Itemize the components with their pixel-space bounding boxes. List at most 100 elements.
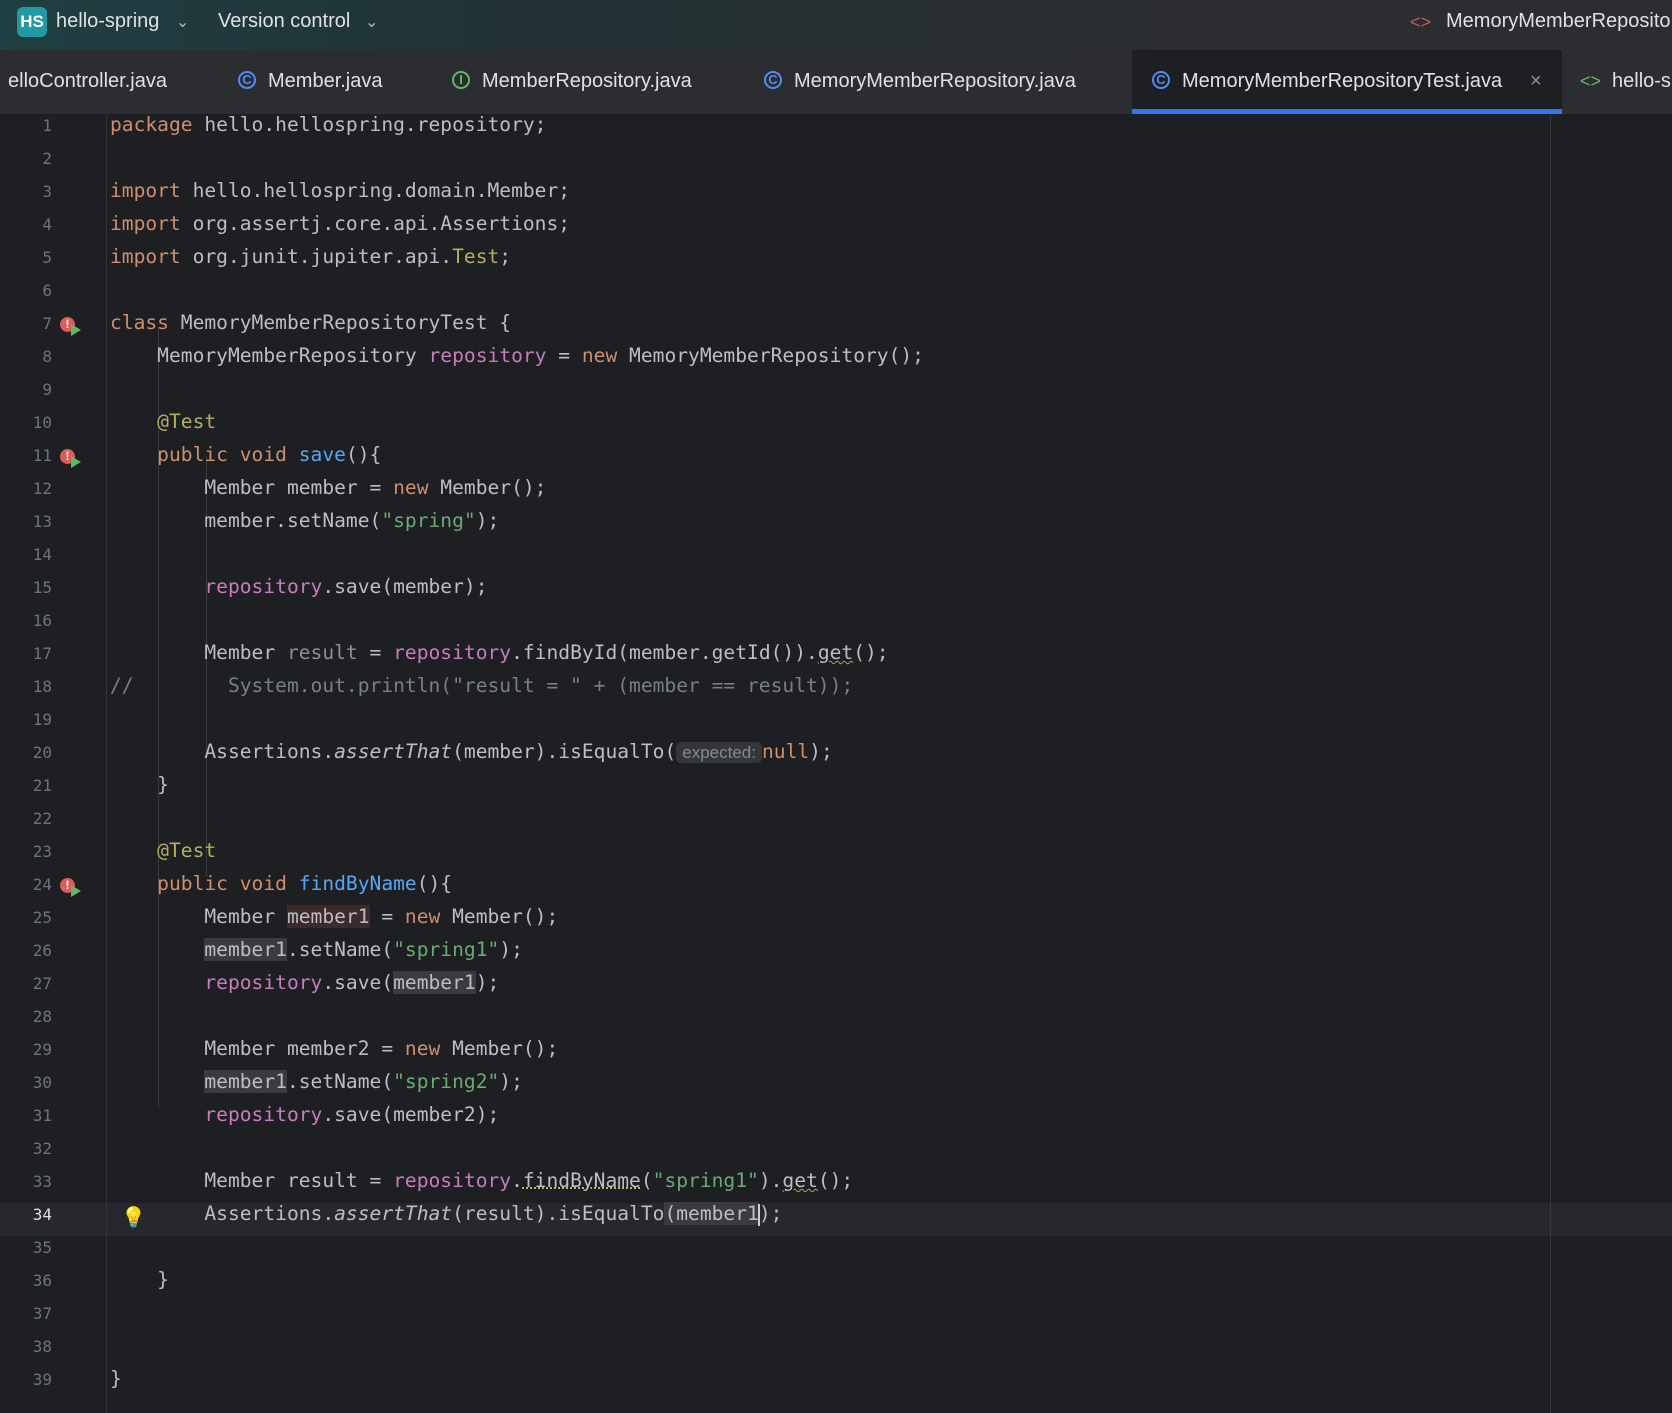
line-number[interactable]: 3 (0, 182, 52, 201)
code-line-21: } (110, 773, 169, 796)
tab-member[interactable]: C Member.java (236, 50, 420, 112)
run-config-icon: <> (1410, 12, 1432, 32)
code-line-24: public void findByName(){ (110, 872, 453, 895)
code-line-12: Member member = new Member(); (110, 476, 547, 499)
line-number[interactable]: 21 (0, 776, 52, 795)
tab-label: MemoryMemberRepository.java (794, 70, 1076, 92)
line-number[interactable]: 24 (0, 875, 52, 894)
code-line-27: repository.save(member1); (204, 971, 500, 994)
line-number[interactable]: 16 (0, 611, 52, 630)
line-number[interactable]: 6 (0, 281, 52, 300)
line-number[interactable]: 32 (0, 1139, 52, 1158)
code-line-34: Assertions.assertThat(result).isEqualTo(… (110, 1202, 783, 1226)
line-number[interactable]: 35 (0, 1238, 52, 1257)
line-number[interactable]: 12 (0, 479, 52, 498)
line-number[interactable]: 9 (0, 380, 52, 399)
code-line-11: public void save(){ (110, 443, 382, 466)
vcs-chevron-down-icon[interactable]: ⌄ (365, 12, 378, 32)
code-line-39: } (110, 1367, 122, 1390)
line-number[interactable]: 4 (0, 215, 52, 234)
code-line-36: } (110, 1268, 169, 1291)
line-number[interactable]: 10 (0, 413, 52, 432)
line-number[interactable]: 36 (0, 1271, 52, 1290)
active-tab-indicator (1132, 109, 1562, 114)
version-control-menu[interactable]: Version control (218, 10, 350, 33)
line-number[interactable]: 13 (0, 512, 52, 531)
line-number[interactable]: 29 (0, 1040, 52, 1059)
run-test-save-icon[interactable]: ! (60, 449, 84, 471)
line-number[interactable]: 27 (0, 974, 52, 993)
line-number[interactable]: 39 (0, 1370, 52, 1389)
line-number[interactable]: 34 (0, 1205, 52, 1224)
inlay-hint: expected: (676, 742, 762, 763)
line-number[interactable]: 22 (0, 809, 52, 828)
play-icon (71, 324, 81, 336)
line-number[interactable]: 23 (0, 842, 52, 861)
main-toolbar: HS hello-spring ⌄ Version control ⌄ <> M… (0, 0, 1672, 50)
line-number[interactable]: 19 (0, 710, 52, 729)
tab-label: MemoryMemberRepositoryTest.java (1182, 70, 1503, 92)
run-test-class-icon[interactable]: ! (60, 317, 84, 339)
project-name[interactable]: hello-spring (56, 10, 159, 33)
code-line-31: repository.save(member2); (204, 1103, 500, 1126)
line-number[interactable]: 15 (0, 578, 52, 597)
line-number[interactable]: 11 (0, 446, 52, 465)
line-number[interactable]: 20 (0, 743, 52, 762)
run-configuration-selector[interactable]: MemoryMemberReposito (1446, 10, 1671, 33)
tab-hello-spring-html[interactable]: <> hello-s (1578, 50, 1672, 112)
code-line-1: package hello.hellospring.repository; (110, 113, 547, 136)
line-number[interactable]: 1 (0, 116, 52, 135)
code-line-13: member.setName("spring"); (110, 509, 500, 532)
code-line-15: repository.save(member); (204, 575, 488, 598)
tab-label: Member.java (268, 70, 383, 92)
editor-tabs: elloController.java C Member.java I Memb… (0, 50, 1672, 115)
line-number[interactable]: 5 (0, 248, 52, 267)
line-number[interactable]: 30 (0, 1073, 52, 1092)
right-margin-guide (1550, 115, 1551, 1413)
project-badge[interactable]: HS (17, 7, 47, 37)
line-number[interactable]: 28 (0, 1007, 52, 1026)
code-line-18: // System.out.println("result = " + (mem… (110, 674, 854, 697)
code-line-4: import org.assertj.core.api.Assertions; (110, 212, 571, 235)
code-editor[interactable]: 1 2 3 4 5 6 7 8 9 10 11 12 13 14 15 16 17 18 19 20 21 22 23 24 2… (0, 113, 1672, 1413)
tab-label: MemberRepository.java (482, 70, 692, 92)
tab-label: elloController.java (8, 70, 167, 92)
tab-memory-member-repository[interactable]: C MemoryMemberRepository.java (762, 50, 1122, 112)
line-number[interactable]: 2 (0, 149, 52, 168)
gutter-separator (106, 115, 107, 1413)
line-number[interactable]: 31 (0, 1106, 52, 1125)
line-number[interactable]: 18 (0, 677, 52, 696)
interface-icon: I (452, 71, 470, 89)
class-icon: C (1152, 71, 1170, 89)
line-number[interactable]: 25 (0, 908, 52, 927)
code-line-26: member1.setName("spring1"); (204, 938, 523, 961)
code-line-8: MemoryMemberRepository repository = new … (110, 344, 924, 367)
line-number[interactable]: 14 (0, 545, 52, 564)
line-number[interactable]: 8 (0, 347, 52, 366)
line-number[interactable]: 38 (0, 1337, 52, 1356)
code-line-5: import org.junit.jupiter.api.Test; (110, 245, 512, 268)
tab-memory-member-repository-test[interactable]: C MemoryMemberRepositoryTest.java × (1132, 50, 1562, 114)
line-number[interactable]: 17 (0, 644, 52, 663)
play-icon (71, 885, 81, 897)
line-number[interactable]: 37 (0, 1304, 52, 1323)
code-line-3: import hello.hellospring.domain.Member; (110, 179, 571, 202)
class-icon: C (238, 71, 256, 89)
line-number[interactable]: 33 (0, 1172, 52, 1191)
tab-label: hello-s (1612, 70, 1671, 92)
code-line-23: @Test (110, 839, 217, 862)
code-line-25: Member member1 = new Member(); (110, 905, 559, 928)
class-icon: C (764, 71, 782, 89)
code-line-10: @Test (110, 410, 217, 433)
tab-hello-controller[interactable]: elloController.java (0, 50, 215, 112)
line-number[interactable]: 26 (0, 941, 52, 960)
tab-member-repository[interactable]: I MemberRepository.java (450, 50, 750, 112)
code-line-20: Assertions.assertThat(member).isEqualTo(… (110, 740, 833, 763)
project-chevron-down-icon[interactable]: ⌄ (176, 12, 189, 32)
code-line-17: Member result = repository.findById(memb… (110, 641, 889, 664)
run-test-findbyname-icon[interactable]: ! (60, 878, 84, 900)
close-tab-icon[interactable]: × (1530, 70, 1542, 93)
html-icon: <> (1580, 71, 1602, 91)
play-icon (71, 456, 81, 468)
line-number[interactable]: 7 (0, 314, 52, 333)
